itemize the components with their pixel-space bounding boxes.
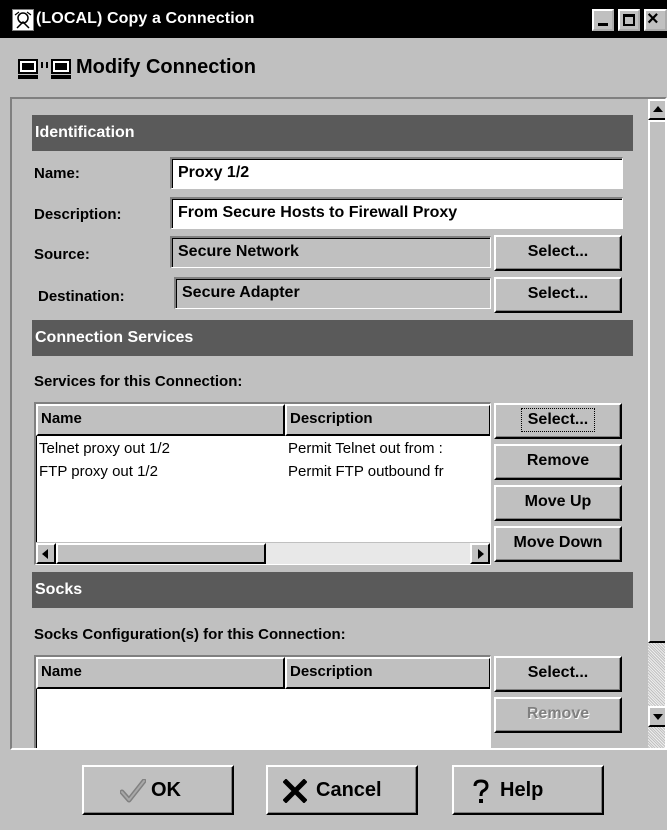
help-label: Help [500, 779, 544, 801]
scroll-panel[interactable]: Identification Name: Proxy 1/2 Descripti… [10, 97, 667, 750]
app-icon[interactable] [12, 9, 34, 31]
window-title: (LOCAL) Copy a Connection [36, 10, 255, 27]
identification-section-header: Identification [32, 115, 633, 151]
arrow-right-icon [478, 549, 484, 559]
services-select-button[interactable]: Select... [494, 403, 622, 439]
arrow-left-icon [42, 549, 48, 559]
services-row[interactable]: FTP proxy out 1/2 Permit FTP outbound fr [36, 463, 490, 487]
dialog-header: Modify Connection [0, 40, 667, 100]
service-name: FTP proxy out 1/2 [39, 463, 158, 480]
destination-field: Secure Adapter [174, 277, 491, 309]
services-column-name[interactable]: Name [36, 404, 285, 436]
services-list-label: Services for this Connection: [34, 373, 243, 390]
close-icon: × [647, 8, 659, 30]
cancel-button[interactable]: Cancel [266, 765, 418, 815]
form-content: Identification Name: Proxy 1/2 Descripti… [12, 99, 646, 748]
services-scroll-thumb[interactable] [56, 543, 266, 564]
socks-remove-button: Remove [494, 697, 622, 733]
ok-label: OK [151, 779, 181, 801]
source-select-button[interactable]: Select... [494, 235, 622, 271]
source-label: Source: [34, 246, 90, 263]
connection-services-section-header: Connection Services [32, 320, 633, 356]
question-icon [471, 779, 491, 811]
scroll-left-button[interactable] [36, 543, 56, 564]
description-label: Description: [34, 206, 122, 223]
cancel-label: Cancel [316, 779, 382, 801]
scroll-up-button[interactable] [648, 99, 665, 120]
socks-list-label: Socks Configuration(s) for this Connecti… [34, 626, 346, 643]
service-name: Telnet proxy out 1/2 [39, 440, 170, 457]
socks-section-header: Socks [32, 572, 633, 608]
arrow-up-icon [653, 106, 663, 112]
title-bar[interactable]: (LOCAL) Copy a Connection × [0, 0, 667, 40]
services-list[interactable]: Name Description Telnet proxy out 1/2 Pe… [34, 402, 491, 565]
services-column-description[interactable]: Description [285, 404, 490, 436]
services-list-header: Name Description [36, 404, 490, 436]
x-icon [282, 778, 308, 809]
socks-select-button[interactable]: Select... [494, 656, 622, 692]
connection-icon [18, 59, 72, 85]
maximize-button[interactable] [618, 9, 640, 31]
scroll-right-button[interactable] [470, 543, 490, 564]
maximize-icon [623, 14, 635, 26]
dialog-window: (LOCAL) Copy a Connection × Modify Conne… [0, 0, 667, 830]
source-field: Secure Network [170, 236, 491, 268]
help-button[interactable]: Help [452, 765, 604, 815]
page-title: Modify Connection [76, 56, 256, 78]
service-description: Permit FTP outbound fr [288, 463, 444, 480]
scroll-down-button[interactable] [648, 706, 665, 727]
checkmark-icon [119, 778, 147, 809]
minimize-button[interactable] [592, 9, 614, 31]
socks-column-description[interactable]: Description [285, 657, 490, 689]
destination-select-label: Select... [527, 285, 589, 302]
minimize-icon [598, 23, 608, 26]
name-field[interactable]: Proxy 1/2 [170, 157, 623, 189]
destination-label: Destination: [38, 288, 125, 305]
move-down-button[interactable]: Move Down [494, 526, 622, 562]
services-row[interactable]: Telnet proxy out 1/2 Permit Telnet out f… [36, 440, 490, 464]
socks-list-header: Name Description [36, 657, 490, 689]
close-button[interactable]: × [644, 8, 667, 31]
socks-list[interactable]: Name Description [34, 655, 491, 748]
panel-vertical-scrollbar[interactable] [648, 99, 665, 748]
services-remove-button[interactable]: Remove [494, 444, 622, 480]
socks-column-name[interactable]: Name [36, 657, 285, 689]
description-field[interactable]: From Secure Hosts to Firewall Proxy [170, 197, 623, 229]
name-label: Name: [34, 165, 80, 182]
move-up-button[interactable]: Move Up [494, 485, 622, 521]
destination-select-button[interactable]: Select... [494, 277, 622, 313]
source-select-label: Select... [527, 243, 589, 260]
ok-button[interactable]: OK [82, 765, 234, 815]
panel-scroll-thumb[interactable] [648, 120, 665, 643]
service-description: Permit Telnet out from : [288, 440, 443, 457]
services-select-label: Select... [520, 408, 596, 432]
services-horizontal-scrollbar[interactable] [36, 542, 490, 564]
arrow-down-icon [653, 714, 663, 720]
